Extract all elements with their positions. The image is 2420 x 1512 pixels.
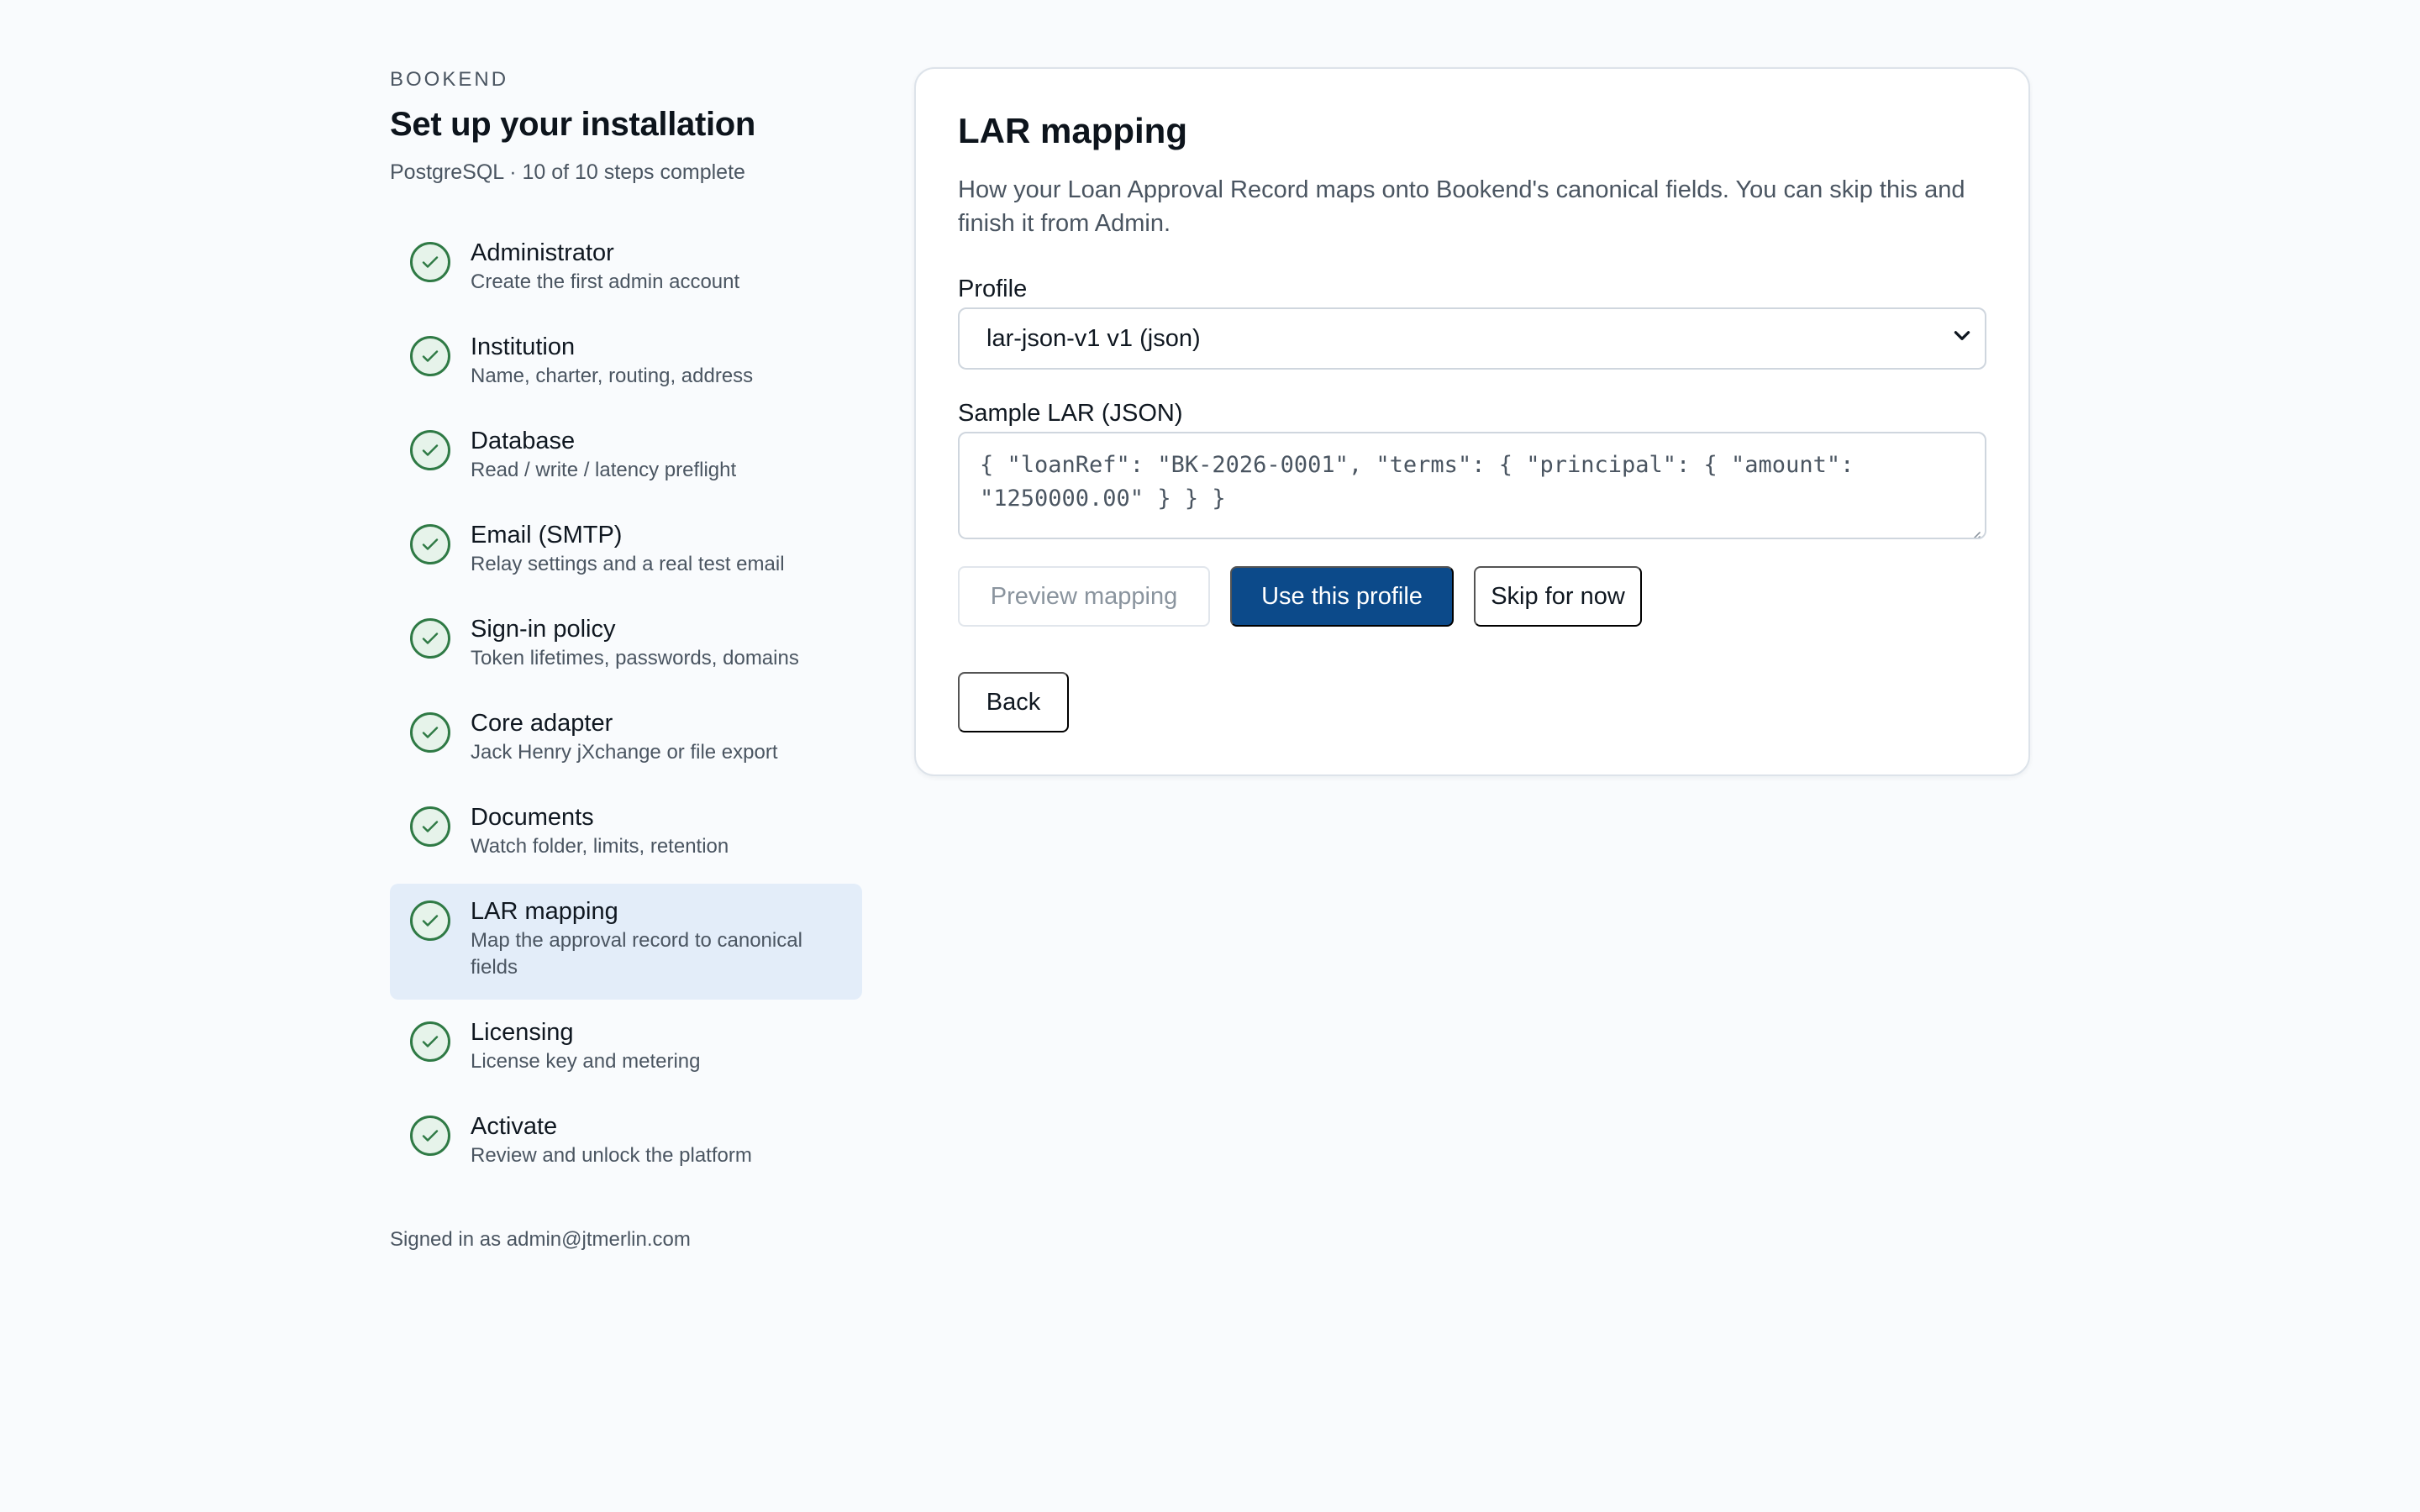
step-title: Database [471,428,576,454]
step-title: Documents [471,804,594,831]
step-list: Administrator Create the first admin acc… [390,225,862,1193]
check-circle-icon [410,1116,450,1156]
profile-select[interactable]: lar-json-v1 v1 (json) [958,307,1986,370]
step-institution[interactable]: Institution Name, charter, routing, addr… [390,319,862,413]
step-description: Relay settings and a real test email [471,553,785,575]
sample-lar-label: Sample LAR (JSON) [958,400,1183,427]
use-profile-button[interactable]: Use this profile [1230,566,1454,627]
step-core-adapter[interactable]: Core adapter Jack Henry jXchange or file… [390,696,862,790]
check-circle-icon [410,1021,450,1062]
check-circle-icon [410,242,450,282]
preview-mapping-button[interactable]: Preview mapping [958,566,1210,627]
setup-progress: PostgreSQL · 10 of 10 steps complete [390,160,745,184]
step-documents[interactable]: Documents Watch folder, limits, retentio… [390,790,862,884]
step-title: LAR mapping [471,898,618,925]
card-title: LAR mapping [958,111,1187,150]
step-description: License key and metering [471,1050,701,1073]
step-title: Institution [471,333,576,360]
check-circle-icon [410,524,450,564]
back-button[interactable]: Back [958,672,1069,732]
step-lar-mapping[interactable]: LAR mapping Map the approval record to c… [390,884,862,1000]
action-row: Preview mapping Use this profile Skip fo… [958,566,1986,627]
step-description: Create the first admin account [471,270,740,293]
step-title: Administrator [471,239,614,266]
step-title: Licensing [471,1019,574,1046]
step-title: Core adapter [471,710,613,737]
setup-sidebar: BOOKEND Set up your installation Postgre… [390,66,862,1253]
step-sign-in-policy[interactable]: Sign-in policy Token lifetimes, password… [390,601,862,696]
step-description: Token lifetimes, passwords, domains [471,647,799,669]
step-description: Review and unlock the platform [471,1144,752,1167]
profile-label: Profile [958,276,1028,302]
step-activate[interactable]: Activate Review and unlock the platform [390,1099,862,1193]
check-circle-icon [410,900,450,941]
check-circle-icon [410,712,450,753]
check-circle-icon [410,336,450,376]
profile-select-value: lar-json-v1 v1 (json) [986,324,1201,352]
step-description: Watch folder, limits, retention [471,835,729,858]
step-email-smtp[interactable]: Email (SMTP) Relay settings and a real t… [390,507,862,601]
sample-lar-textarea[interactable]: { "loanRef": "BK-2026-0001", "terms": { … [958,432,1986,539]
sample-lar-text: { "loanRef": "BK-2026-0001", "terms": { … [980,452,1854,512]
setup-title: Set up your installation [390,106,756,143]
card-description: How your Loan Approval Record maps onto … [958,176,1965,237]
check-circle-icon [410,618,450,659]
step-licensing[interactable]: Licensing License key and metering [390,1005,862,1099]
step-description: Read / write / latency preflight [471,459,737,481]
chevron-down-icon [1951,324,1973,353]
step-description: Name, charter, routing, address [471,365,754,387]
lar-mapping-card: LAR mapping How your Loan Approval Recor… [914,67,2030,776]
skip-button[interactable]: Skip for now [1474,566,1642,627]
check-circle-icon [410,430,450,470]
step-description: Jack Henry jXchange or file export [471,741,778,764]
step-administrator[interactable]: Administrator Create the first admin acc… [390,225,862,319]
step-title: Activate [471,1113,558,1140]
step-description: Map the approval record to canonical fie… [471,929,802,979]
step-title: Sign-in policy [471,616,616,643]
step-database[interactable]: Database Read / write / latency prefligh… [390,413,862,507]
check-circle-icon [410,806,450,847]
resize-grip-icon[interactable] [1966,519,1981,538]
step-title: Email (SMTP) [471,522,623,549]
signed-in-status: Signed in as admin@jtmerlin.com [390,1228,691,1251]
brand-name: BOOKEND [390,68,509,91]
